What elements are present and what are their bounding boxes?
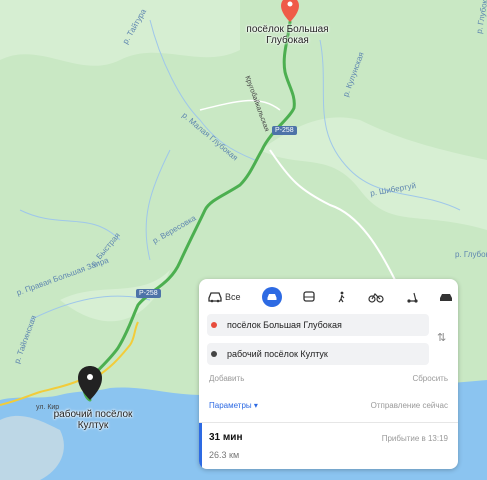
road-badge: Р-258 (272, 126, 297, 135)
to-field[interactable]: рабочий посёлок Култук (207, 343, 429, 365)
to-value: рабочий посёлок Култук (227, 349, 328, 359)
mode-bus[interactable] (303, 287, 315, 307)
route-panel: Все посёлок Большая Глубокая рабочий пос… (199, 279, 458, 469)
to-dot-icon (211, 351, 217, 357)
route-distance: 26.3 км (209, 450, 240, 460)
reset-link[interactable]: Сбросить (412, 374, 448, 383)
mode-walk[interactable] (337, 287, 347, 307)
road-badge: Р-258 (136, 289, 161, 298)
start-city-line-2: Глубокая (266, 35, 309, 46)
taxi-icon (439, 294, 452, 301)
mode-bike[interactable] (368, 287, 384, 307)
swap-icon[interactable]: ⇅ (437, 331, 446, 344)
bus-icon (303, 291, 315, 302)
start-city-label: посёлок Большая Глубокая (245, 24, 330, 46)
route-duration: 31 мин (209, 432, 243, 443)
end-city-line-2: Култук (77, 420, 109, 431)
from-value: посёлок Большая Глубокая (227, 320, 342, 330)
mode-all[interactable]: Все (207, 287, 241, 307)
walk-icon (338, 291, 345, 303)
end-city-line-1: рабочий посёлок (53, 409, 133, 420)
mode-taxi[interactable] (439, 287, 453, 307)
departure-selector[interactable]: Отправление сейчас (371, 401, 448, 410)
bike-icon (368, 293, 384, 303)
route-result[interactable]: 31 мин 26.3 км Прибытие в 13:19 (199, 422, 458, 469)
mode-all-label: Все (225, 292, 241, 302)
car-active-icon (267, 294, 277, 300)
scooter-icon (406, 292, 418, 303)
parameters-button[interactable]: Параметры ▾ (209, 401, 258, 410)
road-name-label: ул. Кир (36, 404, 60, 411)
from-dot-icon (211, 322, 217, 328)
from-field[interactable]: посёлок Большая Глубокая (207, 314, 429, 336)
mode-scooter[interactable] (406, 287, 418, 307)
add-waypoint-link[interactable]: Добавить (209, 374, 244, 383)
car-icon (208, 292, 222, 303)
end-city-label: рабочий посёлок Култук (48, 409, 138, 431)
selected-indicator (199, 423, 202, 469)
arrival-time: Прибытие в 13:19 (381, 434, 448, 443)
start-city-line-1: посёлок Большая (246, 24, 329, 35)
transport-modes: Все (207, 286, 453, 308)
mode-car[interactable] (261, 287, 282, 307)
